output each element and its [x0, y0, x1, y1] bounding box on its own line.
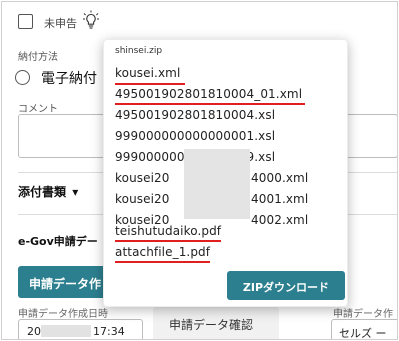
electronic-payment-label: 電子納付	[41, 71, 97, 87]
file-item: kousei20	[115, 192, 170, 206]
highlight-underline	[115, 83, 185, 85]
page-frame: 未申告 納付方法 電子納付 コメント 添付書類 ▾ e-Gov申請デー 申請デー…	[1, 1, 398, 340]
highlight-underline	[115, 240, 221, 242]
right-select-field[interactable]: セルズ ー	[331, 319, 397, 339]
payment-method-label: 納付方法	[18, 52, 58, 63]
zip-download-button[interactable]: ZIPダウンロード	[227, 271, 345, 300]
comment-label: コメント	[18, 104, 58, 115]
redacted-area	[184, 149, 250, 219]
created-at-value-start: 20	[27, 325, 41, 338]
file-item-suffix: 4000.xml	[251, 171, 309, 185]
unfiled-checkbox[interactable]	[18, 14, 33, 29]
highlight-underline	[115, 261, 210, 263]
file-item-suffix: 4002.xml	[251, 213, 309, 227]
egov-section-title: e-Gov申請デー	[18, 235, 98, 248]
created-at-field: 20 17:34	[18, 319, 143, 339]
popup-title: shinsei.zip	[115, 46, 163, 56]
file-item: 495001902801810004_01.xml	[115, 87, 303, 101]
file-item: kousei20	[115, 171, 170, 185]
created-at-value-end: 17:34	[93, 325, 125, 338]
redacted-area	[41, 325, 91, 337]
created-at-label: 申請データ作成日時	[18, 309, 108, 320]
confirm-application-data-button[interactable]: 申請データ確認	[153, 307, 279, 339]
file-item-suffix: 4001.xml	[251, 192, 309, 206]
attachments-toggle[interactable]: 添付書類 ▾	[18, 183, 78, 200]
zip-contents-popup: shinsei.zip kousei.xml 49500190280181000…	[103, 39, 348, 307]
chevron-down-icon: ▾	[72, 185, 79, 199]
highlight-underline	[115, 103, 305, 105]
file-item: teishutudaiko.pdf	[115, 224, 222, 238]
attachments-title: 添付書類	[18, 185, 67, 199]
file-item: 495001902801810004.xsl	[115, 108, 276, 122]
lightbulb-icon[interactable]	[83, 10, 99, 30]
file-item: kousei.xml	[115, 66, 181, 80]
electronic-payment-radio[interactable]	[15, 70, 30, 85]
file-item: attachfile_1.pdf	[115, 245, 211, 259]
unfiled-checkbox-label: 未申告	[44, 17, 77, 30]
file-item: 999000000000000001.xsl	[115, 129, 276, 143]
right-field-label: 申請データ作	[333, 309, 393, 320]
create-application-data-button[interactable]: 申請データ作	[18, 266, 114, 298]
